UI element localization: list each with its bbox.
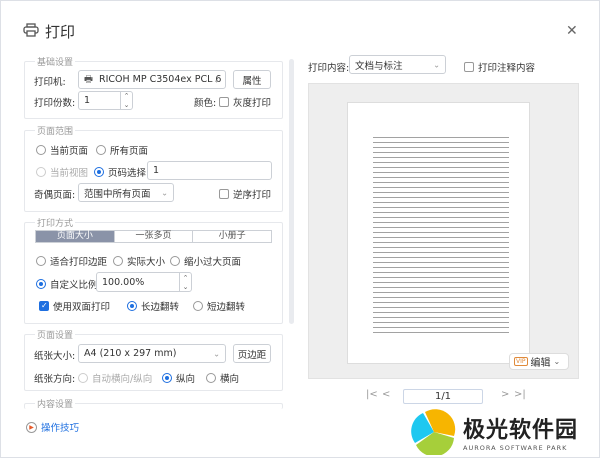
radio-actual-size[interactable]: 实际大小 [113, 254, 165, 268]
tab-page-size[interactable]: 页面大小 [36, 231, 115, 242]
tab-multi-page[interactable]: 一张多页 [115, 231, 194, 242]
duplex-checkbox[interactable]: 使用双面打印 [39, 299, 110, 313]
page-text [373, 135, 509, 335]
content-label: 打印内容: [308, 63, 350, 74]
chevron-down-icon: ⌄ [553, 357, 561, 366]
first-page-button[interactable]: |< [366, 389, 378, 400]
paper-size-select[interactable]: A4 (210 x 297 mm) ⌄ [78, 344, 226, 363]
printer-icon [23, 22, 39, 41]
aurora-logo-icon [411, 409, 456, 455]
tips-link[interactable]: ▶ 操作技巧 [26, 420, 79, 434]
copies-label: 打印份数: [34, 98, 76, 109]
printer-icon: 🖶 [84, 73, 93, 85]
chevron-down-icon: ⌄ [433, 60, 440, 69]
reverse-checkbox[interactable]: 逆序打印 [219, 187, 271, 201]
tab-booklet[interactable]: 小册子 [193, 231, 271, 242]
print-mode-tabs: 页面大小 一张多页 小册子 [35, 230, 272, 243]
radio-landscape[interactable]: 横向 [206, 371, 239, 385]
preview-page [347, 102, 530, 364]
radio-page-select[interactable]: 页码选择: [94, 165, 149, 179]
edit-button[interactable]: VIP 编辑 ⌄ [509, 353, 569, 370]
play-icon: ▶ [26, 421, 37, 433]
print-preview [308, 83, 579, 379]
group-legend: 内容设置 [35, 397, 76, 410]
prev-page-button[interactable]: < [382, 389, 390, 400]
page-select-input[interactable]: 1 [147, 161, 272, 180]
odd-even-label: 奇偶页面: [34, 190, 76, 201]
margins-button[interactable]: 页边距 [233, 344, 271, 363]
dialog-title: 打印 [23, 21, 75, 42]
annotations-checkbox[interactable]: 打印注释内容 [464, 60, 535, 74]
group-legend: 页面设置 [35, 328, 76, 341]
close-button[interactable]: ✕ [566, 23, 578, 39]
chevron-down-icon: ⌄ [161, 188, 168, 197]
printer-select[interactable]: 🖶 RICOH MP C3504ex PCL 6 ⌄ [78, 70, 226, 89]
group-legend: 打印方式 [35, 216, 76, 229]
orientation-label: 纸张方向: [34, 374, 76, 385]
chevron-down-icon: ⌄ [213, 349, 220, 358]
radio-auto-orientation[interactable]: 自动横向/纵向 [78, 371, 152, 385]
content-settings-group: 内容设置 [24, 397, 283, 410]
watermark-logo: 极光软件园 AURORA SOFTWARE PARK [411, 409, 578, 455]
radio-current-page[interactable]: 当前页面 [36, 143, 88, 157]
radio-shrink-large[interactable]: 缩小过大页面 [170, 254, 241, 268]
page-indicator[interactable]: 1/1 [403, 389, 483, 404]
radio-custom-scale[interactable]: 自定义比例 [36, 277, 98, 291]
left-scrollbar[interactable] [289, 59, 294, 324]
content-select[interactable]: 文档与标注 ⌄ [349, 55, 446, 74]
paper-size-label: 纸张大小: [34, 351, 76, 362]
radio-fit-margin[interactable]: 适合打印边距 [36, 254, 107, 268]
group-legend: 基础设置 [35, 55, 76, 68]
radio-short-edge[interactable]: 短边翻转 [193, 299, 245, 313]
odd-even-select[interactable]: 范围中所有页面 ⌄ [78, 183, 174, 202]
vip-badge: VIP [514, 357, 528, 366]
next-page-button[interactable]: > [501, 389, 509, 400]
grayscale-checkbox[interactable]: 灰度打印 [219, 95, 271, 109]
printer-label: 打印机: [34, 77, 66, 88]
group-legend: 页面范围 [35, 124, 76, 137]
radio-long-edge[interactable]: 长边翻转 [127, 299, 179, 313]
radio-portrait[interactable]: 纵向 [162, 371, 195, 385]
properties-button[interactable]: 属性 [233, 70, 271, 89]
last-page-button[interactable]: >| [514, 389, 526, 400]
radio-current-view[interactable]: 当前视图 [36, 165, 88, 179]
scale-stepper[interactable]: 100.00% ⌃ ⌄ [96, 272, 192, 292]
stepper-arrows[interactable]: ⌃ ⌄ [120, 92, 132, 109]
print-dialog: 打印 ✕ 基础设置 打印机: 🖶 RICOH MP C3504ex PCL 6 … [0, 0, 600, 458]
radio-all-pages[interactable]: 所有页面 [96, 143, 148, 157]
color-label: 颜色: [194, 98, 217, 109]
copies-stepper[interactable]: 1 ⌃ ⌄ [78, 91, 133, 110]
chevron-down-icon: ⌄ [213, 75, 220, 84]
stepper-arrows[interactable]: ⌃ ⌄ [179, 273, 191, 291]
